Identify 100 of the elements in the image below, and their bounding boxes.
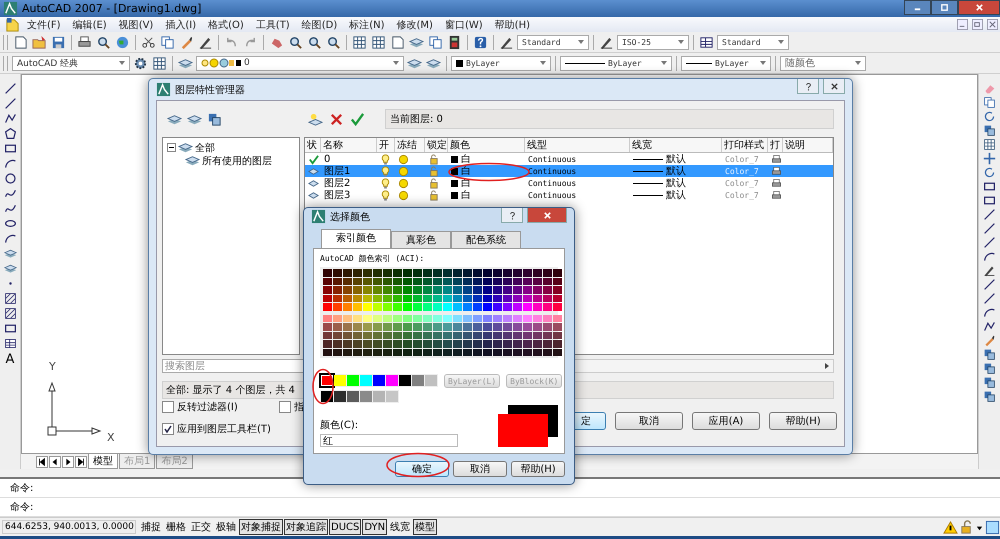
copy-icon[interactable]: [983, 96, 996, 109]
grid-icon[interactable]: [983, 138, 996, 151]
column-header[interactable]: 打: [768, 138, 783, 152]
status-toggle-button[interactable]: 栅格: [164, 519, 188, 535]
printer-icon[interactable]: [77, 34, 92, 50]
previous-tab-button[interactable]: [49, 456, 61, 468]
stacked-squares-icon[interactable]: [983, 362, 996, 375]
layers-icon[interactable]: [4, 262, 16, 275]
brush-icon[interactable]: [983, 334, 996, 347]
stacked-squares-icon[interactable]: [983, 390, 996, 403]
restore-icon[interactable]: [972, 19, 983, 30]
arc-icon[interactable]: [983, 250, 996, 263]
color-swatch[interactable]: [347, 391, 359, 402]
layers-icon[interactable]: [4, 247, 16, 260]
scroll-right-icon[interactable]: [823, 362, 831, 370]
first-tab-button[interactable]: [36, 456, 48, 468]
menu-item[interactable]: 文件(F): [22, 18, 66, 32]
arc-icon[interactable]: [4, 232, 16, 245]
layer-row[interactable]: 图层3 白 Continuous 默认 Color_7: [305, 189, 833, 201]
table-style-dropdown[interactable]: Standard: [717, 34, 789, 50]
close-icon[interactable]: [987, 19, 998, 30]
ellipse-icon[interactable]: [4, 217, 16, 230]
magnifier-icon[interactable]: [288, 34, 303, 50]
page-icon[interactable]: [13, 34, 28, 50]
column-header[interactable]: 状: [305, 138, 321, 152]
line-icon[interactable]: [4, 97, 16, 110]
grid-icon[interactable]: [352, 34, 367, 50]
column-header[interactable]: 线型: [525, 138, 630, 152]
rectangle-icon[interactable]: [983, 194, 996, 207]
color-swatch[interactable]: [334, 375, 346, 386]
help-icon[interactable]: [473, 34, 488, 50]
close-button[interactable]: [958, 0, 1000, 15]
color-swatch[interactable]: [373, 375, 385, 386]
color-swatch[interactable]: [360, 391, 372, 402]
menu-item[interactable]: 标注(N): [344, 18, 390, 32]
arc-icon[interactable]: [4, 157, 16, 170]
grid-icon[interactable]: [152, 56, 167, 70]
column-header[interactable]: 开: [377, 138, 395, 152]
next-tab-button[interactable]: [62, 456, 74, 468]
page-icon[interactable]: [390, 34, 405, 50]
layer-row[interactable]: 0 白 Continuous 默认 Color_7: [305, 153, 833, 165]
polyline-icon[interactable]: [4, 112, 16, 125]
help-button[interactable]: [797, 79, 819, 94]
stacked-squares-icon[interactable]: [983, 376, 996, 389]
close-button[interactable]: [527, 208, 567, 223]
copy-icon[interactable]: [160, 34, 175, 50]
column-header[interactable]: 名称: [321, 138, 377, 152]
line-icon[interactable]: [983, 278, 996, 291]
magnifier-icon[interactable]: [326, 34, 341, 50]
hatch-icon[interactable]: [4, 292, 16, 305]
color-swatch[interactable]: [334, 391, 346, 402]
workspace-dropdown[interactable]: AutoCAD 经典: [12, 56, 130, 70]
menu-item[interactable]: 编辑(E): [68, 18, 112, 32]
dimension-style-dropdown[interactable]: ISO-25: [617, 34, 689, 50]
hatch-icon[interactable]: [4, 307, 16, 320]
gear-icon[interactable]: [133, 56, 148, 70]
menu-item[interactable]: 格式(O): [203, 18, 249, 32]
tab[interactable]: 真彩色: [391, 231, 451, 248]
padlock-icon[interactable]: [959, 520, 974, 534]
document-icon[interactable]: [5, 17, 20, 32]
copy-icon[interactable]: [428, 34, 443, 50]
text-tool-button[interactable]: A: [6, 352, 14, 367]
color-swatch[interactable]: [347, 375, 359, 386]
polygon-icon[interactable]: [4, 127, 16, 140]
dialog-button[interactable]: 帮助(H): [511, 461, 565, 477]
linetype-dropdown[interactable]: ByLayer: [560, 56, 672, 70]
rectangle-icon[interactable]: [4, 142, 16, 155]
spline-icon[interactable]: [4, 187, 16, 200]
tree-item[interactable]: 所有使用的图层: [202, 154, 272, 168]
stacked-squares-icon[interactable]: [207, 112, 222, 126]
line-icon[interactable]: [983, 236, 996, 249]
color-swatch[interactable]: [412, 375, 424, 386]
circle-icon[interactable]: [4, 172, 16, 185]
dialog-button[interactable]: 取消: [615, 412, 683, 430]
clean-screen-icon[interactable]: [985, 520, 1000, 534]
collapse-icon[interactable]: [167, 143, 176, 152]
color-field[interactable]: 红: [320, 434, 458, 447]
dialog-button[interactable]: 帮助(H): [769, 412, 837, 430]
minimize-button[interactable]: [904, 0, 931, 15]
dialog-button[interactable]: 取消: [453, 461, 507, 477]
color-swatch[interactable]: [386, 375, 398, 386]
status-toggle-button[interactable]: 对象追踪: [284, 519, 328, 535]
checkbox[interactable]: [162, 401, 174, 413]
magnifier-icon[interactable]: [96, 34, 111, 50]
maximize-button[interactable]: [931, 0, 958, 15]
color-dropdown[interactable]: ByLayer: [451, 56, 551, 70]
column-header[interactable]: 说明: [783, 138, 833, 152]
checkbox[interactable]: [279, 401, 291, 413]
rectangle-icon[interactable]: [4, 322, 16, 335]
lineweight-dropdown[interactable]: ByLayer: [681, 56, 771, 70]
status-toggle-button[interactable]: DUCS: [329, 519, 362, 535]
stacked-squares-icon[interactable]: [983, 348, 996, 361]
status-toggle-button[interactable]: 对象捕捉: [239, 519, 283, 535]
pen-icon[interactable]: [983, 264, 996, 277]
text-style-dropdown[interactable]: Standard: [517, 34, 589, 50]
warning-icon[interactable]: [943, 520, 958, 534]
column-header[interactable]: 颜色: [448, 138, 525, 152]
menu-item[interactable]: 绘图(D): [296, 18, 342, 32]
status-toggle-button[interactable]: 捕捉: [139, 519, 163, 535]
help-button[interactable]: [501, 208, 523, 223]
